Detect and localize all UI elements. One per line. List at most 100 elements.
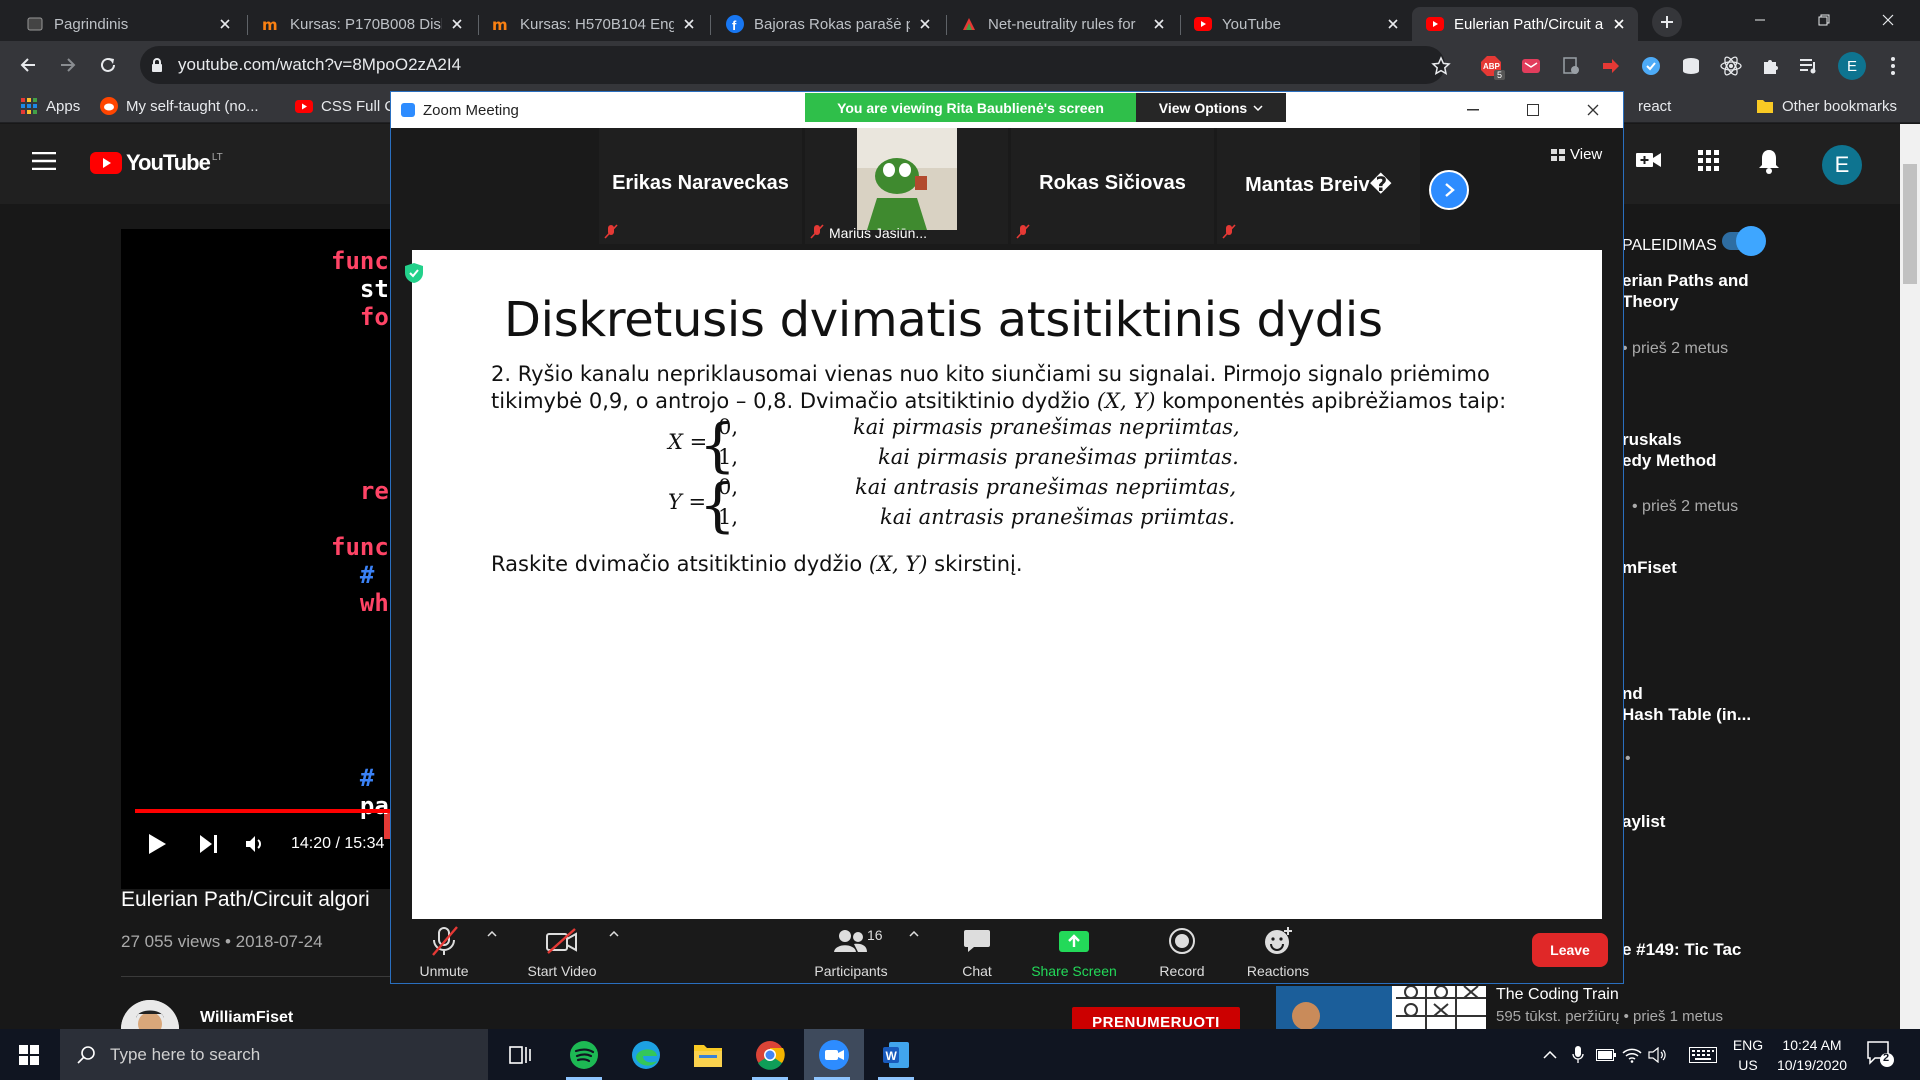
tab-facebook[interactable]: f Bajoras Rokas parašė p [712,7,944,41]
page-scrollbar[interactable] [1900,124,1920,1029]
tab-kursas-p170b008[interactable]: m Kursas: P170B008 Disk [248,7,476,41]
zoom-minimize-button[interactable] [1443,92,1503,128]
sidebar-video-title[interactable]: aylist [1622,812,1665,832]
sidebar-video-title[interactable]: Theory [1622,292,1679,312]
extension-sync-icon[interactable] [1640,55,1662,77]
participant-tile[interactable]: Marius Jasiūn... [805,128,1008,244]
participants-options-caret[interactable] [909,931,919,937]
sidebar-video-title[interactable]: ruskals [1622,430,1682,450]
leave-button[interactable]: Leave [1532,933,1608,967]
video-options-caret[interactable] [609,931,619,937]
create-video-icon[interactable] [1636,150,1662,170]
zoom-close-button[interactable] [1563,92,1623,128]
extension-arrow-icon[interactable] [1600,55,1622,77]
tab-eulerian-path[interactable]: Eulerian Path/Circuit al [1412,7,1638,41]
close-icon[interactable] [916,15,934,33]
close-icon[interactable] [448,15,466,33]
youtube-logo[interactable]: YouTube LT [90,150,223,176]
task-view-button[interactable] [492,1029,548,1080]
close-icon[interactable] [1150,15,1168,33]
bookmark-css-full[interactable]: CSS Full C [295,96,395,116]
volume-tray-icon[interactable] [1646,1029,1670,1080]
audio-options-caret[interactable] [487,931,497,937]
bookmark-apps[interactable]: Apps [20,96,80,116]
bookmark-star-icon[interactable] [1430,55,1452,77]
sidebar-video-title[interactable]: e #149: Tic Tac [1622,940,1741,960]
scrollbar-thumb[interactable] [1903,164,1917,284]
volume-button[interactable] [245,829,267,859]
battery-icon[interactable] [1594,1029,1618,1080]
tab-youtube[interactable]: YouTube [1180,7,1412,41]
address-bar[interactable]: youtube.com/watch?v=8MpoO2zA2I4 [140,46,1445,84]
channel-name[interactable]: WilliamFiset [200,1009,293,1027]
reactions-button[interactable]: Reactions [1243,925,1313,979]
tab-net-neutrality[interactable]: Net-neutrality rules for [946,7,1178,41]
bookmark-react[interactable]: react [1638,96,1671,116]
taskbar-edge[interactable] [618,1029,674,1080]
more-vert-icon[interactable] [1882,55,1904,77]
action-center-button[interactable]: 2 [1866,1039,1894,1069]
apps-grid-icon[interactable] [1698,150,1720,172]
sidebar-thumbnail[interactable] [1276,986,1486,1029]
close-icon[interactable] [1384,15,1402,33]
sidebar-video-title[interactable]: nd [1622,684,1643,704]
new-tab-button[interactable] [1652,7,1682,37]
user-avatar[interactable]: E [1822,145,1862,185]
record-button[interactable]: Record [1153,925,1211,979]
notifications-bell-icon[interactable] [1758,148,1780,174]
restore-button[interactable] [1792,0,1856,40]
microphone-tray-icon[interactable] [1566,1029,1590,1080]
tab-kursas-h570b104[interactable]: m Kursas: H570B104 Engl [478,7,708,41]
taskbar-zoom[interactable] [804,1029,864,1080]
extension-db-icon[interactable] [1680,55,1702,77]
back-button[interactable] [12,49,44,81]
taskbar-search[interactable]: Type here to search [60,1029,488,1080]
extension-react-icon[interactable] [1720,55,1742,77]
keyboard-icon[interactable] [1686,1029,1720,1080]
taskbar-chrome[interactable] [742,1029,798,1080]
close-icon[interactable] [680,15,698,33]
profile-avatar[interactable]: E [1838,52,1866,80]
taskbar-file-explorer[interactable] [680,1029,736,1080]
view-options-dropdown[interactable]: View Options [1136,93,1286,122]
close-icon[interactable] [1610,15,1628,33]
chat-button[interactable]: Chat [953,925,1001,979]
bookmark-my-self-taught[interactable]: My self-taught (no... [100,96,259,116]
extension-doc-icon[interactable] [1560,55,1582,77]
minimize-button[interactable] [1728,0,1792,40]
participant-tile[interactable]: Mantas Breiv� [1217,128,1420,244]
sidebar-video-title[interactable]: Hash Table (in... [1622,705,1751,725]
taskbar-word[interactable]: W [868,1029,924,1080]
hamburger-menu-icon[interactable] [32,152,56,170]
share-screen-button[interactable]: Share Screen [1027,925,1121,979]
start-video-button[interactable]: Start Video [519,925,605,979]
sidebar-channel[interactable]: The Coding Train [1496,986,1619,1004]
input-language[interactable]: ENG US [1730,1035,1766,1075]
puzzle-icon[interactable] [1760,55,1782,77]
channel-avatar[interactable] [121,1000,179,1029]
taskbar-clock[interactable]: 10:24 AM 10/19/2020 [1774,1035,1850,1075]
tab-pagrindinis[interactable]: Pagrindinis [12,7,244,41]
subscribe-button[interactable]: PRENUMERUOTI [1072,1007,1240,1029]
close-window-button[interactable] [1856,0,1920,40]
zoom-maximize-button[interactable] [1503,92,1563,128]
reload-button[interactable] [92,49,124,81]
participants-button[interactable]: Participants [805,925,897,979]
start-button[interactable] [0,1029,58,1080]
play-button[interactable] [147,829,167,859]
participant-tile[interactable]: Erikas Naraveckas [599,128,802,244]
next-button[interactable] [199,829,219,859]
sidebar-video-title[interactable]: erian Paths and [1622,271,1749,291]
forward-button[interactable] [52,49,84,81]
extension-mail-icon[interactable] [1520,55,1542,77]
media-controls-icon[interactable] [1798,55,1820,77]
bookmark-other[interactable]: Other bookmarks [1756,96,1897,116]
unmute-button[interactable]: Unmute [411,925,477,979]
wifi-icon[interactable] [1620,1029,1644,1080]
taskbar-spotify[interactable] [556,1029,612,1080]
gallery-view-button[interactable]: View [1551,146,1602,163]
show-hidden-icons[interactable] [1538,1029,1562,1080]
sidebar-video-title[interactable]: mFiset [1622,558,1677,578]
close-icon[interactable] [216,15,234,33]
next-page-button[interactable] [1429,170,1469,210]
